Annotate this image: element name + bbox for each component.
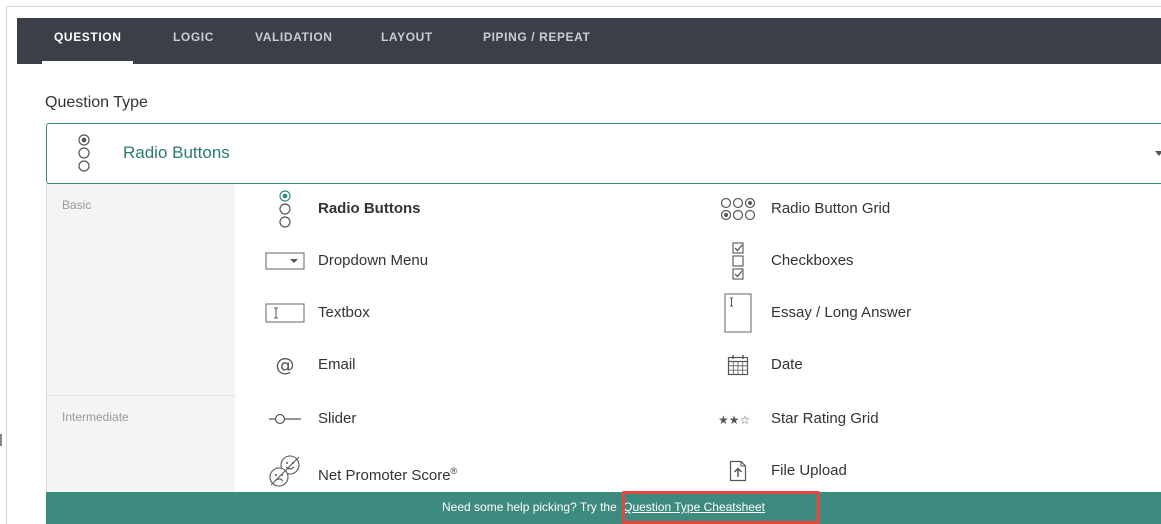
tab-validation[interactable]: VALIDATION bbox=[255, 18, 333, 64]
group-divider bbox=[47, 395, 235, 396]
option-label: File Upload bbox=[771, 462, 847, 479]
group-label-basic: Basic bbox=[62, 198, 92, 212]
option-label: Checkboxes bbox=[771, 252, 854, 269]
calendar-icon bbox=[718, 340, 758, 390]
tab-logic[interactable]: LOGIC bbox=[173, 18, 214, 64]
dropdown-icon bbox=[265, 236, 305, 286]
essay-icon bbox=[718, 288, 758, 338]
cheatsheet-link[interactable]: Question Type Cheatsheet bbox=[623, 500, 765, 514]
option-label: Essay / Long Answer bbox=[771, 304, 912, 321]
chevron-down-icon bbox=[1155, 151, 1161, 156]
selected-type-label: Radio Buttons bbox=[123, 143, 230, 162]
option-checkboxes[interactable]: Checkboxes bbox=[718, 236, 1158, 286]
checkboxes-icon bbox=[718, 236, 758, 286]
option-essay-long-answer[interactable]: Essay / Long Answer bbox=[718, 288, 1158, 338]
radio-grid-icon bbox=[718, 184, 758, 234]
tab-piping-repeat[interactable]: PIPING / REPEAT bbox=[483, 18, 590, 64]
option-label: Textbox bbox=[318, 304, 370, 321]
group-column: Basic Intermediate bbox=[47, 184, 235, 492]
edge-marker bbox=[0, 434, 2, 446]
nps-icon bbox=[265, 446, 305, 496]
option-label: Slider bbox=[318, 410, 357, 427]
option-label: Email bbox=[318, 356, 356, 373]
star-rating-icon: ★★☆ bbox=[718, 394, 758, 444]
option-radio-button-grid[interactable]: Radio Button Grid bbox=[718, 184, 1158, 234]
option-star-rating-grid[interactable]: ★★☆ Star Rating Grid bbox=[718, 394, 1158, 444]
question-type-list: Basic Intermediate Radio Buttons Radio B… bbox=[46, 184, 1161, 492]
option-slider[interactable]: Slider bbox=[265, 394, 705, 444]
svg-text:@: @ bbox=[276, 354, 295, 376]
radio-buttons-icon bbox=[77, 134, 91, 172]
tab-bar: QUESTION LOGIC VALIDATION LAYOUT PIPING … bbox=[17, 18, 1161, 64]
tab-layout[interactable]: LAYOUT bbox=[381, 18, 433, 64]
option-label: Radio Button Grid bbox=[771, 200, 891, 217]
option-label: Net Promoter Score® bbox=[318, 466, 458, 484]
tab-question[interactable]: QUESTION bbox=[41, 18, 135, 64]
svg-text:★★☆: ★★☆ bbox=[718, 413, 750, 426]
option-label: Date bbox=[771, 356, 803, 373]
option-date[interactable]: Date bbox=[718, 340, 1158, 390]
help-footer: Need some help picking? Try the Question… bbox=[46, 492, 1161, 524]
slider-icon bbox=[265, 394, 305, 444]
help-text: Need some help picking? Try the Question… bbox=[442, 500, 765, 514]
group-label-intermediate: Intermediate bbox=[62, 410, 129, 424]
option-label: Dropdown Menu bbox=[318, 252, 429, 269]
at-sign-icon: @ bbox=[265, 340, 305, 390]
radio-buttons-icon bbox=[265, 184, 305, 234]
option-email[interactable]: @ Email bbox=[265, 340, 705, 390]
option-textbox[interactable]: Textbox bbox=[265, 288, 705, 338]
option-radio-buttons[interactable]: Radio Buttons bbox=[265, 184, 705, 234]
option-file-upload[interactable]: File Upload bbox=[718, 446, 1158, 496]
question-type-label: Question Type bbox=[45, 94, 148, 111]
file-upload-icon bbox=[718, 446, 758, 496]
option-label: Star Rating Grid bbox=[771, 410, 879, 427]
option-net-promoter-score[interactable]: Net Promoter Score® bbox=[265, 446, 705, 496]
option-dropdown-menu[interactable]: Dropdown Menu bbox=[265, 236, 705, 286]
textbox-icon bbox=[265, 288, 305, 338]
question-type-select[interactable]: Radio Buttons bbox=[46, 123, 1161, 184]
option-label: Radio Buttons bbox=[318, 200, 421, 217]
